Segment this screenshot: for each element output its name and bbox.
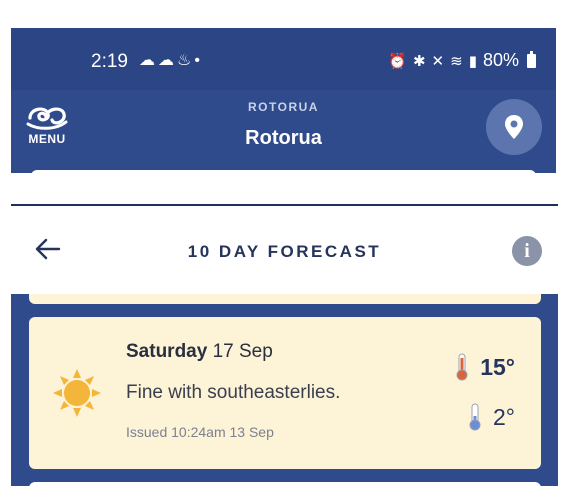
location-title[interactable]: Rotorua — [11, 127, 556, 150]
app-header: MENU ROTORUA Rotorua — [11, 90, 556, 173]
wifi-icon: ≋ — [450, 52, 463, 70]
status-system-icons: ⏰ ✱ ✕ ≋ ▮ 80% — [388, 50, 536, 71]
app-home-screen: 2:19 ☁☁♨• ⏰ ✱ ✕ ≋ ▮ 80% MENU ROTORUA Rot… — [11, 28, 556, 173]
page-title: 10 DAY FORECAST — [187, 242, 382, 261]
thermometer-high-icon — [456, 353, 468, 381]
next-day-card[interactable] — [29, 482, 541, 486]
battery-percent: 80% — [482, 50, 519, 70]
bluetooth-icon: ✱ — [412, 52, 426, 70]
forecast-description: Fine with southeasterlies. — [126, 382, 341, 403]
day-name: Saturday — [126, 341, 208, 362]
location-button[interactable] — [486, 99, 542, 155]
map-pin-icon — [505, 115, 523, 139]
high-temperature: 15° — [456, 353, 515, 381]
info-button[interactable]: i — [512, 236, 542, 266]
forecast-day-card[interactable]: Saturday 17 Sep Fine with southeasterlie… — [29, 317, 541, 469]
sun-icon — [53, 369, 101, 417]
forecast-screen: 10 DAY FORECAST i Saturday 17 Sep Fine w… — [11, 204, 558, 486]
high-temp-value: 15° — [480, 353, 515, 380]
location-subtitle: ROTORUA — [248, 100, 319, 114]
alarm-icon: ⏰ — [388, 52, 407, 70]
signal-icon: ▮ — [468, 52, 477, 70]
dot-icon: • — [194, 52, 203, 69]
thermometer-low-icon — [469, 403, 481, 431]
battery-icon — [527, 50, 536, 68]
forecast-header: 10 DAY FORECAST i — [11, 206, 558, 294]
issued-time: Issued 10:24am 13 Sep — [126, 424, 274, 440]
day-date: 17 Sep — [212, 341, 273, 362]
mute-icon: ✕ — [431, 52, 445, 70]
drop-icon: ♨ — [177, 52, 195, 69]
forecast-date: Saturday 17 Sep — [126, 341, 273, 363]
low-temperature: 2° — [469, 403, 515, 431]
low-temp-value: 2° — [493, 403, 515, 430]
content-card-peek — [31, 170, 536, 173]
cloud-icon: ☁ — [158, 52, 177, 69]
info-icon: i — [524, 240, 530, 262]
status-bar: 2:19 ☁☁♨• ⏰ ✱ ✕ ≋ ▮ 80% — [11, 28, 556, 90]
previous-day-card[interactable] — [29, 294, 541, 304]
status-time: 2:19 — [91, 51, 128, 72]
status-notification-icons: ☁☁♨• — [139, 50, 203, 70]
cloud-sun-icon: ☁ — [139, 52, 158, 69]
